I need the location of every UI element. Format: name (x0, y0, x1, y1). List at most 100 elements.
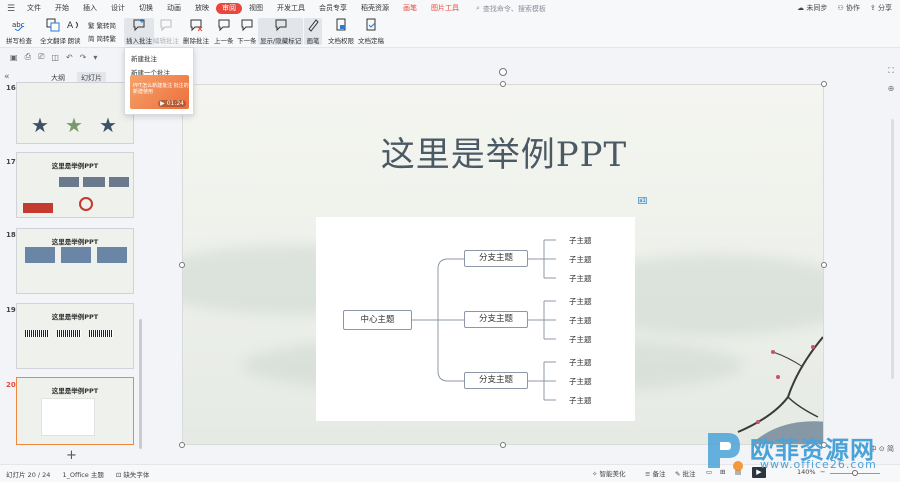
thumb-box (25, 247, 55, 263)
expand-icon[interactable]: ⛶ (888, 66, 894, 76)
menu-animation[interactable]: 动画 (160, 0, 188, 17)
resize-handle[interactable] (821, 81, 827, 87)
comment-next-icon (240, 18, 254, 32)
prev-comment-button[interactable]: 上一条 (214, 18, 234, 45)
translate-button[interactable]: 全文翻译 (40, 18, 66, 45)
collapse-panel-icon[interactable]: « (4, 72, 10, 82)
menu-insert[interactable]: 插入 (76, 0, 104, 17)
menu-home[interactable]: 开始 (48, 0, 76, 17)
menu-pen[interactable]: 画笔 (396, 0, 424, 17)
duration-text: 01:24 (166, 100, 184, 107)
sub-topic[interactable]: 子主题 (569, 273, 592, 284)
resize-handle[interactable] (179, 262, 185, 268)
show-hide-markup-button[interactable]: 显示/隐藏标记 (258, 18, 304, 45)
watermark-url: www.office26.com (760, 458, 877, 471)
canvas-scrollbar[interactable] (891, 119, 894, 379)
preview-icon[interactable]: ◫ (51, 53, 59, 62)
resize-handle[interactable] (500, 442, 506, 448)
slide-thumbnail-20[interactable]: 这里是举例PPT (16, 377, 134, 445)
slide-thumbnail-19[interactable]: 这里是举例PPT (16, 303, 134, 369)
sub-topic[interactable]: 子主题 (569, 296, 592, 307)
menu-slideshow[interactable]: 放映 (188, 0, 216, 17)
menu-developer[interactable]: 开发工具 (270, 0, 312, 17)
panel-scrollbar[interactable] (139, 319, 142, 449)
trad-to-simp-button[interactable]: 繁繁转简 (88, 20, 116, 30)
doc-rights-label: 文档权限 (328, 37, 354, 45)
sync-status[interactable]: ☁ 未同步 (797, 0, 827, 17)
branch-topic[interactable]: 分支主题 (464, 250, 528, 267)
delete-comment-button[interactable]: 删除批注 (183, 18, 209, 45)
doc-rights-button[interactable]: 文档权限 (328, 18, 354, 45)
current-slide[interactable]: 这里是举例PPT 中心主题 分支主题 分支主题 分支主题 子主题 子主题 子主题 (182, 84, 824, 445)
sub-topic[interactable]: 子主题 (569, 315, 592, 326)
hamburger-icon[interactable]: ☰ (7, 4, 17, 14)
sub-topic[interactable]: 子主题 (569, 376, 592, 387)
rotate-handle[interactable] (499, 68, 507, 76)
slide-thumbnail-17[interactable]: 这里是举例PPT (16, 152, 134, 218)
pen-label: 画笔 (306, 37, 320, 45)
command-search[interactable]: ⌕ 查找命令、搜索模板 (476, 4, 546, 14)
tutorial-video-card[interactable]: PPT怎么新建批注 批注的新建使用 ▶ 01:24 (130, 75, 189, 109)
comment-badge[interactable]: a1 (638, 197, 647, 204)
branch-topic[interactable]: 分支主题 (464, 372, 528, 389)
resize-handle[interactable] (821, 262, 827, 268)
more-icon[interactable]: ▾ (93, 53, 97, 62)
menu-member[interactable]: 会员专享 (312, 0, 354, 17)
sub-topic[interactable]: 子主题 (569, 235, 592, 246)
slide-title[interactable]: 这里是举例PPT (183, 127, 823, 176)
read-aloud-button[interactable]: A 朗读 (67, 18, 81, 45)
insert-comment-button[interactable]: 插入批注 (124, 18, 154, 45)
simp-icon: 简 (88, 35, 95, 43)
thumb-box (59, 177, 79, 187)
center-topic[interactable]: 中心主题 (343, 310, 412, 330)
branch-topic[interactable]: 分支主题 (464, 311, 528, 328)
comment-edit-icon (159, 18, 173, 32)
slide-thumbnail-18[interactable]: 这里是举例PPT (16, 228, 134, 294)
notes-button[interactable]: ≡ 备注 (645, 468, 666, 478)
edit-comment-button[interactable]: 编辑批注 (153, 18, 179, 45)
export-pdf-icon[interactable]: ⎙ (25, 52, 31, 62)
next-comment-button[interactable]: 下一条 (237, 18, 257, 45)
annotate-button[interactable]: ✎ 批注 (675, 468, 696, 478)
resize-handle[interactable] (179, 442, 185, 448)
sub-topic[interactable]: 子主题 (569, 254, 592, 265)
resize-handle[interactable] (500, 81, 506, 87)
add-icon[interactable]: ⊕ (888, 84, 895, 93)
missing-font-label: 缺失字体 (123, 470, 150, 479)
sub-topic[interactable]: 子主题 (569, 395, 592, 406)
missing-font[interactable]: ⊡ 缺失字体 (116, 469, 150, 479)
video-duration: ▶ 01:24 (158, 100, 186, 107)
next-comment-label: 下一条 (237, 37, 257, 45)
mindmap-image[interactable]: 中心主题 分支主题 分支主题 分支主题 子主题 子主题 子主题 子主题 子主题 … (316, 217, 635, 421)
trad-icon: 繁 (88, 22, 95, 30)
menu-picture-tools[interactable]: 图片工具 (424, 0, 466, 17)
menu-review[interactable]: 审阅 (216, 3, 242, 14)
menu-file[interactable]: 文件 (20, 0, 48, 17)
side-tools: ⛶ ⊕ (882, 66, 900, 93)
add-slide-button[interactable]: + (66, 448, 77, 463)
plum-branch-decoration (737, 336, 823, 444)
print-icon[interactable]: ⎚ (38, 52, 44, 62)
menu-transition[interactable]: 切换 (132, 0, 160, 17)
collab-button[interactable]: ⚇ 协作 (837, 0, 860, 17)
share-button[interactable]: ⇪ 分享 (870, 0, 892, 17)
save-icon[interactable]: ▣ (10, 53, 18, 62)
abc-icon: abc (12, 18, 26, 32)
menu-docer[interactable]: 稻壳资源 (354, 0, 396, 17)
slide-thumbnail-16[interactable]: ★ ★ ★ (16, 82, 134, 144)
theme-name[interactable]: 1_Office 主题 (62, 469, 103, 479)
sub-topic[interactable]: 子主题 (569, 357, 592, 368)
barcode-icon (89, 330, 113, 337)
redo-icon[interactable]: ↷ (80, 53, 87, 62)
menu-view[interactable]: 视图 (242, 0, 270, 17)
search-placeholder: 查找命令、搜索模板 (482, 4, 546, 13)
doc-finalize-button[interactable]: 文档定稿 (358, 18, 384, 45)
pen-button[interactable]: 画笔 (304, 18, 322, 45)
menu-design[interactable]: 设计 (104, 0, 132, 17)
simp-to-trad-button[interactable]: 简简转繁 (88, 33, 116, 43)
spellcheck-button[interactable]: abc 拼写检查 (6, 18, 32, 45)
smart-beautify-button[interactable]: ✧ 智能美化 (592, 468, 626, 478)
thumb-title: 这里是举例PPT (51, 313, 99, 321)
undo-icon[interactable]: ↶ (66, 53, 73, 62)
sub-topic[interactable]: 子主题 (569, 334, 592, 345)
